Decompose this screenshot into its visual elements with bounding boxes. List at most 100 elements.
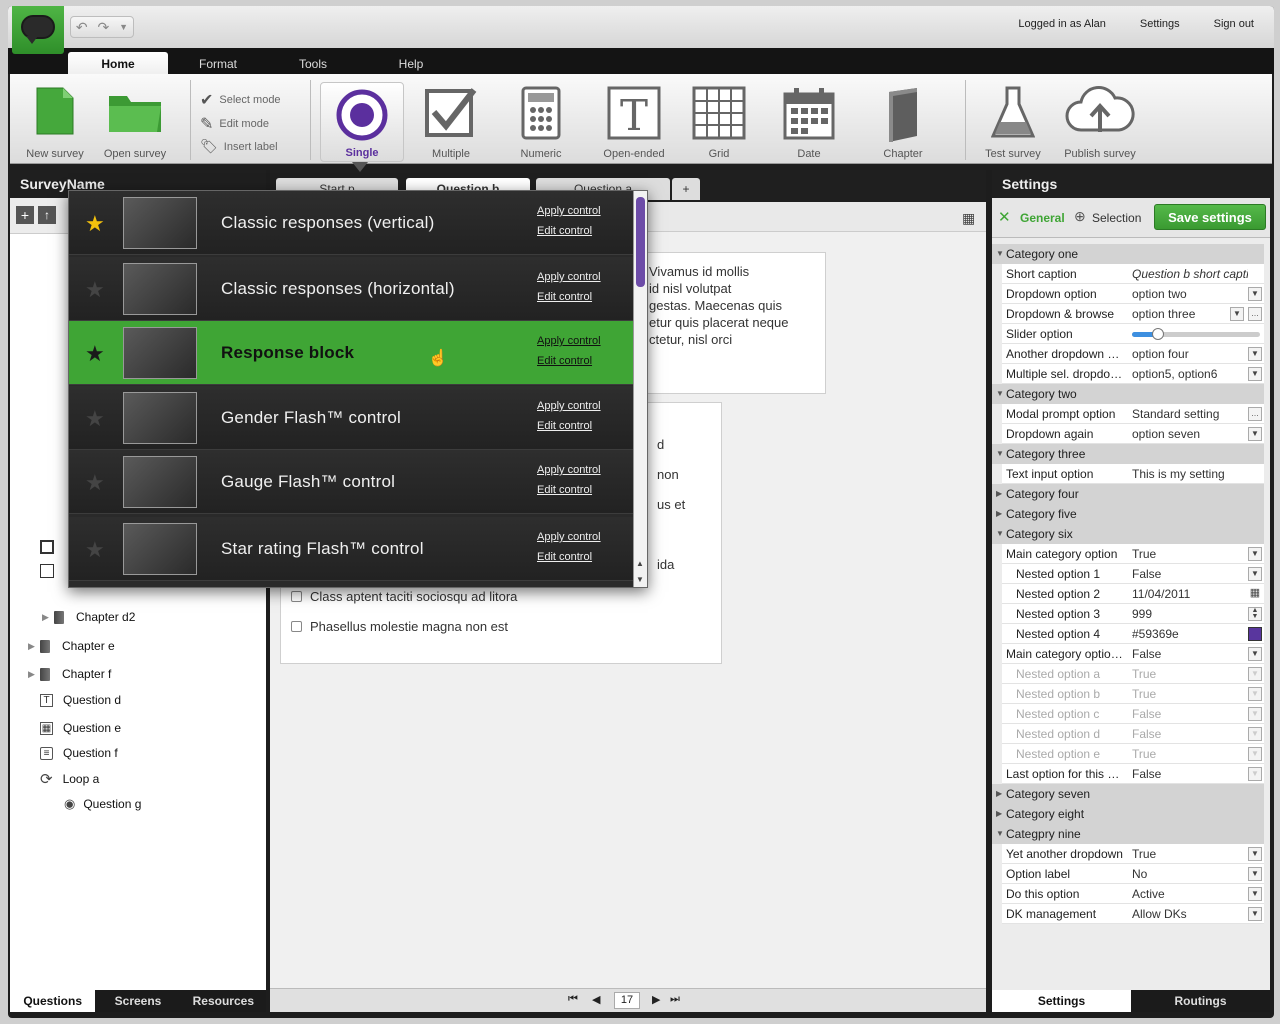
apply-control-link[interactable]: Apply control [537, 271, 601, 283]
tab-home[interactable]: Home [68, 52, 168, 76]
prev-page-icon[interactable]: ◀ [592, 993, 600, 1006]
chevron-down-icon[interactable]: ▼ [1248, 847, 1262, 861]
prop-option-label[interactable]: Option label No ▼ [1002, 864, 1264, 884]
apply-control-link[interactable]: Apply control [537, 205, 601, 217]
prop-nested-4[interactable]: Nested option 4 #59369e [1002, 624, 1264, 644]
tree-item-chapter-e[interactable]: ▶ Chapter e [28, 635, 115, 657]
chevron-down-icon[interactable]: ▼ [1248, 647, 1262, 661]
tree-item-question-f[interactable]: ≡ Question f [40, 742, 118, 764]
prop-value[interactable]: False [1132, 644, 1248, 664]
category-one[interactable]: ▼ Category one [992, 244, 1264, 264]
checkbox-icon[interactable] [40, 540, 54, 554]
prop-value[interactable]: False [1132, 764, 1248, 784]
apply-control-link[interactable]: Apply control [537, 335, 601, 347]
prop-short-caption[interactable]: Short caption Question b short caption [1002, 264, 1264, 284]
prop-value[interactable]: No [1132, 864, 1248, 884]
chevron-down-icon[interactable]: ▼ [1248, 427, 1262, 441]
control-option[interactable]: ★ Classic responses (horizontal) Apply con… [69, 257, 633, 321]
prop-do-this-option[interactable]: Do this option Active ▼ [1002, 884, 1264, 904]
edit-control-link[interactable]: Edit control [537, 484, 592, 496]
control-option[interactable]: ★ Star rating Flash™ control Apply control… [69, 517, 633, 581]
tab-format[interactable]: Format [178, 52, 258, 76]
tab-questions[interactable]: Questions [10, 990, 96, 1012]
prop-nested-2[interactable]: Nested option 2 11/04/2011 ▦ [1002, 584, 1264, 604]
prop-value[interactable]: True [1132, 844, 1248, 864]
chevron-down-icon[interactable]: ▼ [1248, 547, 1262, 561]
add-icon[interactable]: + [16, 206, 34, 224]
tree-item-loop-a[interactable]: ⟳ Loop a [40, 768, 99, 790]
control-option[interactable]: ★ Classic responses (vertical) Apply contr… [69, 191, 633, 255]
prop-dk-management[interactable]: DK management Allow DKs ▼ [1002, 904, 1264, 924]
control-option[interactable]: ★ Gender Flash™ control Apply control Edit … [69, 386, 633, 450]
open-ended-question-button[interactable]: T Open-ended [594, 82, 674, 162]
apply-control-link[interactable]: Apply control [537, 464, 601, 476]
prop-value[interactable]: option seven [1132, 424, 1248, 444]
chevron-down-icon[interactable]: ▼ [1248, 287, 1262, 301]
numeric-question-button[interactable]: Numeric [504, 82, 578, 162]
prop-last-option[interactable]: Last option for this gr... False ▼ [1002, 764, 1264, 784]
answer-row[interactable]: Class aptent taciti sociosqu ad litora [291, 589, 517, 604]
scroll-down-icon[interactable]: ▼ [636, 575, 644, 584]
chevron-down-icon[interactable]: ▼ [1248, 867, 1262, 881]
prop-value[interactable]: True [1132, 544, 1248, 564]
prop-another-dropdown[interactable]: Another dropdown wi... option four ▼ [1002, 344, 1264, 364]
undo-icon[interactable]: ↶ [76, 19, 88, 36]
star-icon[interactable]: ★ [85, 406, 105, 432]
scrollbar-thumb[interactable] [636, 197, 645, 287]
edit-control-link[interactable]: Edit control [537, 551, 592, 563]
tab-resources[interactable]: Resources [181, 990, 266, 1012]
category-two[interactable]: ▼ Category two [992, 384, 1264, 404]
tab-screens[interactable]: Screens [95, 990, 180, 1012]
tab-help[interactable]: Help [371, 52, 451, 76]
new-survey-button[interactable]: New survey [18, 82, 92, 162]
multiple-question-button[interactable]: Multiple [414, 82, 488, 162]
category-seven[interactable]: ▶ Category seven [992, 784, 1264, 804]
star-icon[interactable]: ★ [85, 470, 105, 496]
prop-dropdown-option[interactable]: Dropdown option option two ▼ [1002, 284, 1264, 304]
star-icon[interactable]: ★ [85, 537, 105, 563]
tree-item-chapter-d2[interactable]: ▶ Chapter d2 [28, 606, 135, 628]
checkbox-icon[interactable] [40, 564, 54, 578]
edit-control-link[interactable]: Edit control [537, 420, 592, 432]
popup-scrollbar[interactable]: ▲ ▼ [633, 191, 647, 587]
grid-question-button[interactable]: Grid [682, 82, 756, 162]
prop-yet-another-dropdown[interactable]: Yet another dropdown True ▼ [1002, 844, 1264, 864]
selection-tab[interactable]: Selection [1092, 211, 1141, 225]
prop-main-category-2[interactable]: Main category option 2 False ▼ [1002, 644, 1264, 664]
prop-value[interactable]: False [1132, 564, 1248, 584]
star-icon[interactable]: ★ [85, 341, 105, 367]
tree-item-chapter-f[interactable]: ▶ Chapter f [28, 663, 111, 685]
prop-slider-option[interactable]: Slider option [1002, 324, 1264, 344]
apply-control-link[interactable]: Apply control [537, 400, 601, 412]
prop-value[interactable]: Allow DKs [1132, 904, 1248, 924]
prop-modal-prompt[interactable]: Modal prompt option Standard setting… [1002, 404, 1264, 424]
chevron-down-icon[interactable]: ▼ [1230, 307, 1244, 321]
settings-link[interactable]: Settings [1140, 18, 1180, 30]
general-tab[interactable]: General [1020, 211, 1065, 225]
test-survey-button[interactable]: Test survey [976, 82, 1050, 162]
insert-label-button[interactable]: 🏷 Insert label [200, 138, 278, 155]
add-tab-button[interactable]: + [672, 178, 700, 200]
category-three[interactable]: ▼ Category three [992, 444, 1264, 464]
prop-value[interactable]: Question b short caption [1132, 264, 1248, 284]
chevron-down-icon[interactable]: ▼ [1248, 767, 1262, 781]
answer-row[interactable]: Phasellus molestie magna non est [291, 619, 508, 634]
prop-value[interactable]: 999 [1132, 604, 1248, 624]
edit-control-link[interactable]: Edit control [537, 355, 592, 367]
open-survey-button[interactable]: Open survey [98, 82, 172, 162]
stepper-icon[interactable]: ▲ ▼ [1248, 607, 1262, 621]
grid-view-icon[interactable]: ▦ [962, 210, 978, 226]
color-swatch[interactable] [1248, 627, 1262, 641]
chevron-down-icon[interactable]: ▼ [1248, 367, 1262, 381]
tab-settings[interactable]: Settings [992, 990, 1131, 1012]
prop-dropdown-browse[interactable]: Dropdown & browse option three ▼… [1002, 304, 1264, 324]
apply-control-link[interactable]: Apply control [537, 531, 601, 543]
category-five[interactable]: ▶ Category five [992, 504, 1264, 524]
prop-value[interactable]: This is my setting [1132, 464, 1248, 484]
prop-dropdown-again[interactable]: Dropdown again option seven ▼ [1002, 424, 1264, 444]
tree-item-question-e[interactable]: ▦ Question e [40, 717, 121, 739]
prop-nested-3[interactable]: Nested option 3 999 ▲ ▼ [1002, 604, 1264, 624]
prop-value[interactable]: option two [1132, 284, 1248, 304]
edit-control-link[interactable]: Edit control [537, 291, 592, 303]
browse-icon[interactable]: … [1248, 407, 1262, 421]
